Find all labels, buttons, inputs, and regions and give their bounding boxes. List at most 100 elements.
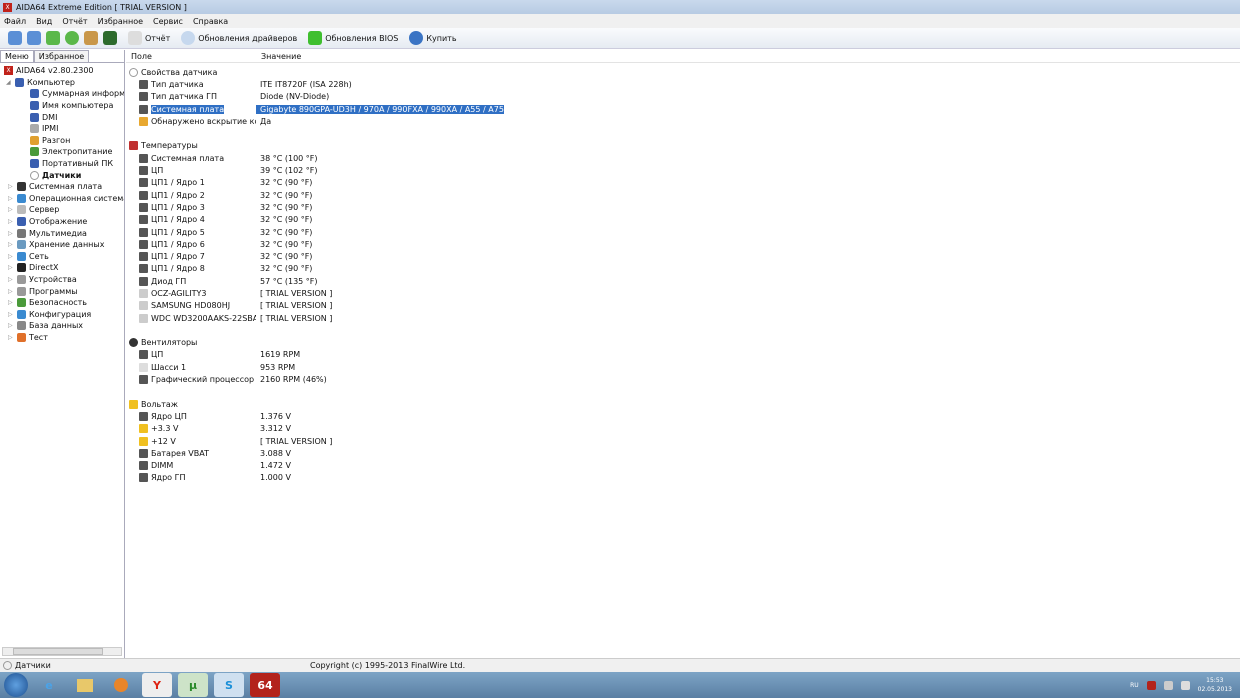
tree-group[interactable]: ▷ Системная плата — [0, 181, 124, 193]
forward-icon[interactable] — [27, 31, 41, 45]
tree-group[interactable]: ▷ Конфигурация — [0, 308, 124, 320]
menu-item[interactable]: Вид — [36, 17, 52, 26]
expand-icon[interactable]: ▷ — [8, 322, 14, 329]
list-row[interactable]: SAMSUNG HD080HJ[ TRIAL VERSION ] — [126, 300, 1240, 312]
column-header-field[interactable]: Поле — [126, 52, 256, 61]
list-row[interactable]: ЦП1 / Ядро 2 32 °C (90 °F) — [126, 189, 1240, 201]
tree-group[interactable]: ▷ Хранение данных — [0, 239, 124, 251]
list-row[interactable]: WDC WD3200AAKS-22SBA0[ TRIAL VERSION ] — [126, 312, 1240, 324]
list-row[interactable]: Диод ГП 57 °C (135 °F) — [126, 275, 1240, 287]
horizontal-scrollbar[interactable] — [2, 647, 122, 656]
bios-updates-button[interactable]: Обновления BIOS — [308, 31, 398, 45]
tree-group[interactable]: ▷ Сеть — [0, 251, 124, 263]
menu-item[interactable]: Отчёт — [62, 17, 87, 26]
users-icon[interactable] — [84, 31, 98, 45]
tree-group[interactable]: ▷ Отображение — [0, 216, 124, 228]
menu-item[interactable]: Избранное — [98, 17, 143, 26]
list-row[interactable]: Графический процессор 2160 RPM (46%) — [126, 373, 1240, 385]
expand-icon[interactable]: ▷ — [8, 183, 14, 190]
buy-button[interactable]: Купить — [409, 31, 457, 45]
folder-icon[interactable] — [70, 673, 100, 697]
expand-icon[interactable]: ▷ — [8, 230, 14, 237]
tree-item-computer[interactable]: ◢ Компьютер — [0, 77, 124, 89]
expand-icon[interactable]: ▷ — [8, 218, 14, 225]
tree-group[interactable]: ▷ Сервер — [0, 204, 124, 216]
skype-icon[interactable]: S — [214, 673, 244, 697]
tree-item[interactable]: Портативный ПК — [0, 158, 124, 170]
expand-icon[interactable]: ▷ — [8, 206, 14, 213]
expand-icon[interactable]: ▷ — [8, 253, 14, 260]
tree-item[interactable]: Имя компьютера — [0, 100, 124, 112]
list-row[interactable]: Ядро ЦП 1.376 V — [126, 410, 1240, 422]
list-row[interactable]: OCZ-AGILITY3[ TRIAL VERSION ] — [126, 287, 1240, 299]
start-button[interactable] — [4, 673, 28, 697]
expand-icon[interactable]: ▷ — [8, 288, 14, 295]
menu-item[interactable]: Справка — [193, 17, 228, 26]
column-header-value[interactable]: Значение — [256, 52, 301, 61]
list-row[interactable]: Обнаружено вскрытие кор...Да — [126, 115, 1240, 127]
list-row[interactable]: Шасси 1 953 RPM — [126, 361, 1240, 373]
tree-group[interactable]: ▷ Безопасность — [0, 297, 124, 309]
list-row[interactable]: ЦП1 / Ядро 3 32 °C (90 °F) — [126, 201, 1240, 213]
tree-group[interactable]: ▷ Устройства — [0, 274, 124, 286]
refresh-icon[interactable] — [65, 31, 79, 45]
tree-group[interactable]: ▷ База данных — [0, 320, 124, 332]
menu-item[interactable]: Файл — [4, 17, 26, 26]
expand-icon[interactable]: ▷ — [8, 299, 14, 306]
list-row[interactable]: ЦП1 / Ядро 8 32 °C (90 °F) — [126, 263, 1240, 275]
list-row[interactable]: +12 V[ TRIAL VERSION ] — [126, 435, 1240, 447]
list-row[interactable]: ЦП1 / Ядро 4 32 °C (90 °F) — [126, 214, 1240, 226]
list-row[interactable]: Системная плата 38 °C (100 °F) — [126, 152, 1240, 164]
media-player-icon[interactable] — [106, 673, 136, 697]
tab-menu[interactable]: Меню — [0, 50, 34, 62]
language-indicator[interactable]: RU — [1130, 682, 1139, 689]
back-icon[interactable] — [8, 31, 22, 45]
expand-icon[interactable]: ▷ — [8, 276, 14, 283]
list-row[interactable]: ЦП 1619 RPM — [126, 349, 1240, 361]
list-row[interactable]: Системная плата Gigabyte 890GPA-UD3H / 97… — [126, 103, 1240, 115]
list-row[interactable]: Батарея VBAT 3.088 V — [126, 447, 1240, 459]
list-row[interactable]: Ядро ГП 1.000 V — [126, 472, 1240, 484]
tree-root[interactable]: X AIDA64 v2.80.2300 — [0, 65, 124, 77]
menu-item[interactable]: Сервис — [153, 17, 183, 26]
tree-group[interactable]: ▷ DirectX — [0, 262, 124, 274]
list-row[interactable]: ЦП1 / Ядро 5 32 °C (90 °F) — [126, 226, 1240, 238]
tree-item[interactable]: IPMI — [0, 123, 124, 135]
aida64-taskbar-button[interactable]: 64 — [250, 673, 280, 697]
aida64-tray-icon[interactable] — [1146, 680, 1156, 690]
list-row[interactable]: +3.3 V 3.312 V — [126, 423, 1240, 435]
tree-group[interactable]: ▷ Тест — [0, 332, 124, 344]
tree-group[interactable]: ▷ Операционная система — [0, 193, 124, 205]
tree-group[interactable]: ▷ Мультимедиа — [0, 227, 124, 239]
tree-item[interactable]: Датчики — [0, 169, 124, 181]
tree-group[interactable]: ▷ Программы — [0, 285, 124, 297]
list-row[interactable]: Тип датчика ГП Diode (NV-Diode) — [126, 91, 1240, 103]
expand-icon[interactable]: ▷ — [8, 311, 14, 318]
network-icon[interactable] — [1163, 680, 1173, 690]
terminal-icon[interactable] — [103, 31, 117, 45]
tree-item[interactable]: Электропитание — [0, 146, 124, 158]
volume-icon[interactable] — [1180, 680, 1190, 690]
tree-item[interactable]: Разгон — [0, 135, 124, 147]
expand-icon[interactable]: ▷ — [8, 264, 14, 271]
driver-updates-button[interactable]: Обновления драйверов — [181, 31, 297, 45]
up-icon[interactable] — [46, 31, 60, 45]
list-row[interactable]: DIMM 1.472 V — [126, 460, 1240, 472]
expand-icon[interactable]: ◢ — [6, 79, 12, 86]
expand-icon[interactable]: ▷ — [8, 334, 14, 341]
list-row[interactable]: ЦП 39 °C (102 °F) — [126, 164, 1240, 176]
list-row[interactable]: ЦП1 / Ядро 7 32 °C (90 °F) — [126, 250, 1240, 262]
utorrent-icon[interactable]: µ — [178, 673, 208, 697]
report-button[interactable]: Отчёт — [128, 31, 170, 45]
list-row[interactable]: ЦП1 / Ядро 1 32 °C (90 °F) — [126, 177, 1240, 189]
expand-icon[interactable]: ▷ — [8, 195, 14, 202]
tree-item[interactable]: Суммарная информация — [0, 88, 124, 100]
tree-item[interactable]: DMI — [0, 111, 124, 123]
tab-favorites[interactable]: Избранное — [33, 50, 90, 62]
expand-icon[interactable]: ▷ — [8, 241, 14, 248]
yandex-browser-icon[interactable]: Y — [142, 673, 172, 697]
list-row[interactable]: ЦП1 / Ядро 6 32 °C (90 °F) — [126, 238, 1240, 250]
internet-explorer-icon[interactable]: e — [34, 673, 64, 697]
clock[interactable]: 15:53 02.05.2013 — [1198, 676, 1232, 694]
list-row[interactable]: Тип датчика ITE IT8720F (ISA 228h) — [126, 78, 1240, 90]
